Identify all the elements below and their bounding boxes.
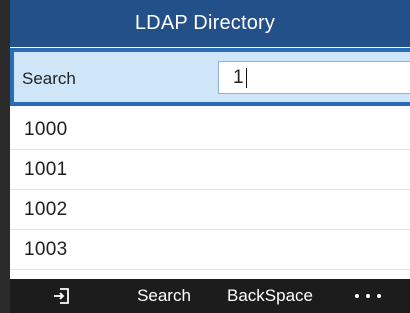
exit-button[interactable] <box>42 279 82 313</box>
search-button[interactable]: Search <box>122 279 206 313</box>
ldap-directory-screen: LDAP Directory Search 1 1000 1001 1002 1… <box>10 0 410 313</box>
list-item-label: 1002 <box>24 199 68 220</box>
search-input[interactable]: 1 <box>218 61 410 94</box>
results-list: 1000 1001 1002 1003 <box>10 110 410 270</box>
list-item[interactable]: 1001 <box>10 150 410 190</box>
list-item[interactable]: 1003 <box>10 230 410 270</box>
list-item[interactable]: 1000 <box>10 110 410 150</box>
more-icon <box>355 294 381 298</box>
phone-screen: LDAP Directory Search 1 1000 1001 1002 1… <box>0 0 410 313</box>
softkey-bar: Search BackSpace <box>10 279 410 313</box>
search-row[interactable]: Search 1 <box>10 48 410 106</box>
title-bar: LDAP Directory <box>10 0 410 47</box>
text-cursor <box>246 68 247 88</box>
more-button[interactable] <box>346 279 390 313</box>
backspace-button[interactable]: BackSpace <box>210 279 330 313</box>
list-item-label: 1003 <box>24 239 68 260</box>
list-item-label: 1000 <box>24 119 68 140</box>
search-input-value: 1 <box>233 67 244 88</box>
exit-icon <box>54 288 69 304</box>
list-item[interactable]: 1002 <box>10 190 410 230</box>
search-label: Search <box>22 69 76 88</box>
page-title: LDAP Directory <box>134 12 276 34</box>
device-bezel <box>0 0 10 313</box>
list-item-label: 1001 <box>24 159 68 180</box>
